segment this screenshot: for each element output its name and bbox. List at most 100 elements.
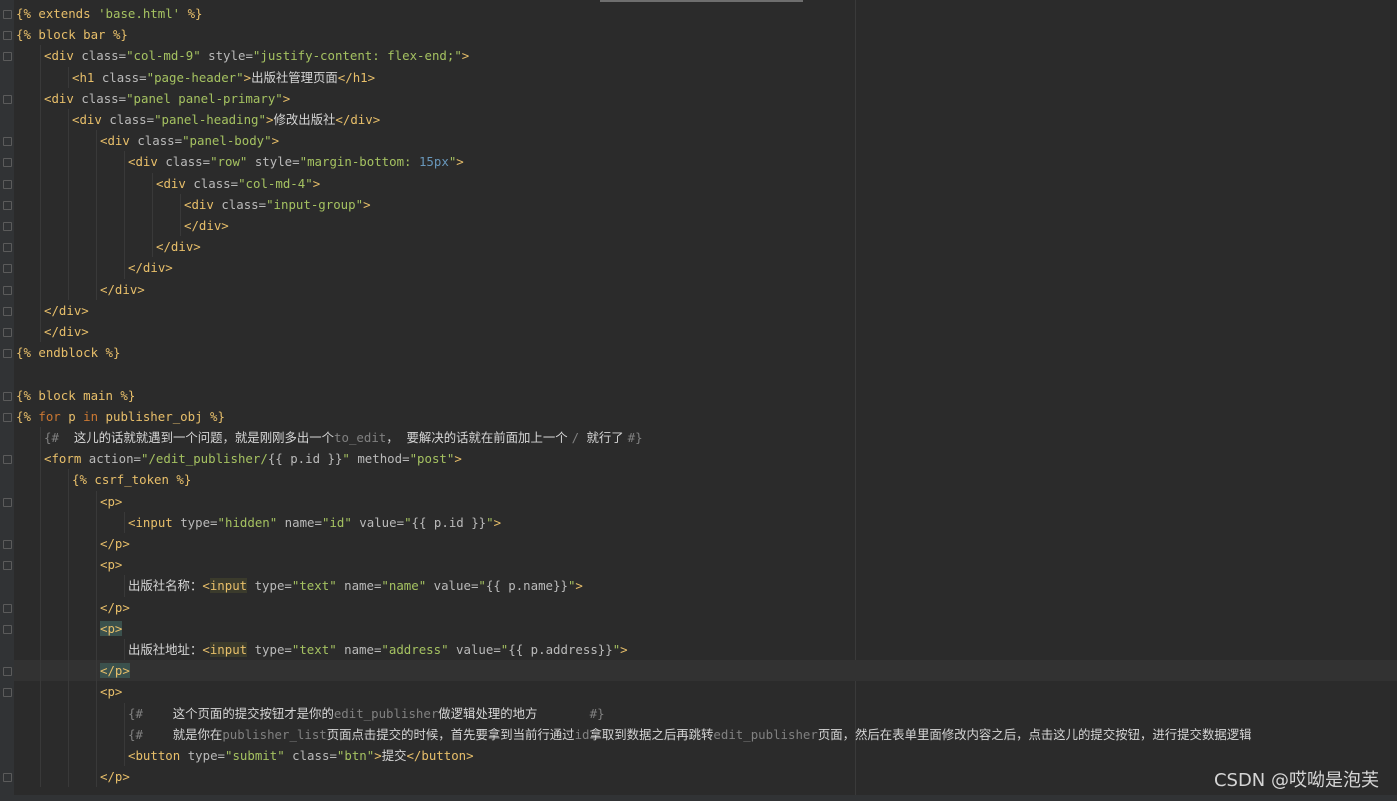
code-token: ": [486, 514, 494, 530]
code-token: input: [209, 578, 248, 594]
fold-toggle-icon[interactable]: [3, 603, 12, 613]
fold-toggle-icon[interactable]: [3, 137, 12, 147]
code-text: <button type="submit" class="btn">提交</bu…: [128, 745, 474, 766]
code-text: </div>: [44, 300, 89, 321]
indent-guide: [124, 172, 125, 194]
fold-toggle-icon[interactable]: [3, 773, 12, 783]
code-line[interactable]: <p>: [3, 617, 1397, 639]
indent-guide: [40, 639, 41, 661]
fold-toggle-icon[interactable]: [3, 158, 12, 168]
code-token: ": [404, 514, 412, 530]
code-token: >: [454, 451, 462, 467]
code-line[interactable]: </div>: [3, 236, 1397, 258]
indent-guide: [96, 745, 97, 767]
code-line[interactable]: <button type="submit" class="btn">提交</bu…: [14, 745, 1397, 767]
indent-guide: [96, 278, 97, 300]
fold-toggle-icon[interactable]: [3, 455, 12, 465]
fold-toggle-icon[interactable]: [3, 243, 12, 253]
indent-guide: [40, 130, 41, 152]
code-line[interactable]: <div class="col-md-4">: [3, 172, 1397, 194]
code-token: for: [38, 408, 61, 424]
code-line[interactable]: <div class="input-group">: [3, 193, 1397, 215]
fold-toggle-icon[interactable]: [3, 349, 12, 359]
code-line[interactable]: [14, 363, 1397, 384]
code-line[interactable]: <div class="panel-body">: [3, 130, 1397, 152]
code-line[interactable]: </p>: [3, 766, 1397, 788]
fold-toggle-icon[interactable]: [3, 179, 12, 189]
code-line[interactable]: </p>: [3, 533, 1397, 555]
fold-toggle-icon[interactable]: [3, 328, 12, 337]
fold-toggle-icon[interactable]: [3, 31, 12, 41]
code-token: /: [571, 430, 587, 445]
code-line[interactable]: <p>: [3, 490, 1397, 512]
code-line[interactable]: </p>: [3, 660, 1397, 682]
code-line[interactable]: {% block main %}: [3, 385, 1397, 406]
code-text: {# 就是你在publisher_list页面点击提交的时候，首先要拿到当前行通…: [128, 724, 1252, 745]
code-token: "/edit_publisher/: [140, 451, 268, 467]
code-line[interactable]: <div class="panel panel-primary">: [3, 87, 1397, 109]
code-line[interactable]: <input type="hidden" name="id" value="{{…: [14, 511, 1397, 533]
code-line[interactable]: <form action="/edit_publisher/{{ p.id }}…: [3, 448, 1397, 470]
indent-guide: [96, 723, 97, 745]
code-token: {% endblock %}: [16, 345, 121, 361]
code-text: {# 这个页面的提交按钮才是你的edit_publisher做逻辑处理的地方 #…: [128, 703, 605, 724]
code-token: "col-md-4": [238, 175, 313, 191]
code-line[interactable]: {# 这儿的话就就遇到一个问题，就是刚刚多出一个to_edit， 要解决的话就在…: [14, 427, 1397, 449]
code-token: 做逻辑处理的地方: [438, 705, 538, 721]
fold-toggle-icon[interactable]: [3, 667, 12, 677]
code-line[interactable]: </div>: [3, 257, 1397, 279]
fold-toggle-icon[interactable]: [3, 624, 12, 634]
fold-toggle-icon[interactable]: [3, 540, 12, 549]
code-line[interactable]: </div>: [3, 299, 1397, 321]
code-line[interactable]: {# 这个页面的提交按钮才是你的edit_publisher做逻辑处理的地方 #…: [14, 702, 1397, 724]
code-line[interactable]: {% for p in publisher_obj %}: [3, 406, 1397, 427]
code-token: 页面点击提交的时候，首先要拿到当前行通过: [326, 726, 575, 742]
code-token: name=: [344, 642, 382, 657]
fold-toggle-icon[interactable]: [3, 497, 12, 507]
code-line[interactable]: <div class="col-md-9" style="justify-con…: [3, 45, 1397, 67]
indent-guide: [68, 278, 69, 300]
code-token: <div: [44, 48, 82, 64]
horizontal-scrollbar[interactable]: [14, 795, 1397, 801]
code-token: {#: [128, 705, 173, 721]
fold-toggle-icon[interactable]: [3, 561, 12, 571]
fold-toggle-icon[interactable]: [3, 200, 12, 210]
code-token: p: [60, 408, 84, 424]
code-token: value=: [456, 642, 501, 657]
fold-toggle-icon[interactable]: [3, 391, 12, 401]
code-line[interactable]: </div>: [3, 215, 1397, 237]
code-line[interactable]: </p>: [3, 596, 1397, 618]
code-line[interactable]: <h1 class="page-header">出版社管理页面</h1>: [14, 66, 1397, 88]
indent-guide: [124, 702, 125, 724]
fold-toggle-icon[interactable]: [3, 306, 12, 316]
indent-guide: [96, 533, 97, 555]
fold-toggle-icon[interactable]: [3, 10, 12, 19]
code-editor[interactable]: {% extends 'base.html' %} {% block bar %}…: [3, 3, 1397, 801]
code-line[interactable]: </div>: [3, 278, 1397, 300]
code-line[interactable]: <div class="row" style="margin-bottom: 1…: [3, 151, 1397, 173]
code-text: {% csrf_token %}: [72, 469, 191, 490]
fold-toggle-icon[interactable]: [3, 688, 12, 698]
fold-toggle-icon[interactable]: [3, 412, 12, 422]
fold-toggle-icon[interactable]: [3, 94, 12, 104]
fold-toggle-icon[interactable]: [3, 285, 12, 295]
code-line[interactable]: 出版社地址：<input type="text" name="address" …: [14, 639, 1397, 661]
code-line[interactable]: <div class="panel-heading">修改出版社</div>: [14, 109, 1397, 131]
fold-toggle-icon[interactable]: [3, 264, 12, 274]
code-line[interactable]: <p>: [3, 554, 1397, 576]
fold-toggle-icon[interactable]: [3, 52, 12, 62]
code-line[interactable]: <p>: [3, 681, 1397, 703]
code-token: </button>: [406, 748, 474, 763]
code-line[interactable]: </div>: [3, 321, 1397, 343]
code-line[interactable]: {% block bar %}: [3, 24, 1397, 45]
code-line[interactable]: {# 就是你在publisher_list页面点击提交的时候，首先要拿到当前行通…: [14, 723, 1397, 745]
code-line[interactable]: {% extends 'base.html' %}: [3, 3, 1397, 24]
code-token: flex-end: [387, 48, 447, 64]
code-line[interactable]: {% endblock %}: [3, 342, 1397, 363]
code-token: style=: [254, 154, 300, 170]
code-line[interactable]: 出版社名称：<input type="text" name="name" val…: [14, 575, 1397, 597]
code-token: <button: [128, 748, 188, 763]
code-token: class=: [81, 48, 127, 64]
fold-toggle-icon[interactable]: [3, 222, 12, 231]
code-line[interactable]: {% csrf_token %}: [14, 469, 1397, 491]
